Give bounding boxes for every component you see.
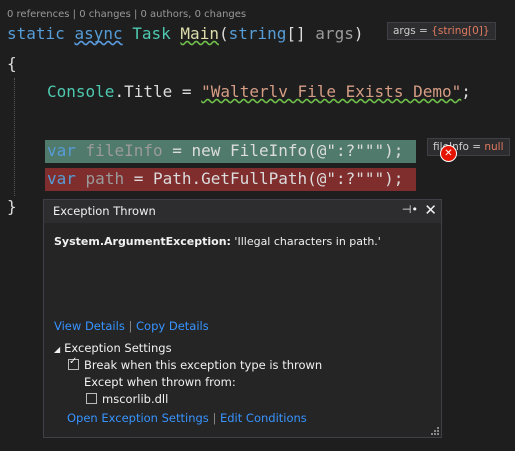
type-path: Path (152, 169, 192, 188)
string-literal: "Walterlv File Exists Demo" (201, 82, 462, 101)
link-separator: | (212, 411, 217, 425)
var-path: path (85, 169, 125, 188)
error-icon: ✕ (440, 145, 457, 162)
var-fileinfo: fileInfo (85, 141, 163, 160)
prop-title: Title (124, 82, 173, 101)
except-when-label: Except when thrown from: (84, 375, 236, 389)
keyword-static: static (7, 24, 65, 43)
array-brackets: [] (286, 24, 316, 43)
equals: = (172, 82, 202, 101)
view-details-link[interactable]: View Details (54, 319, 125, 333)
pin-icon[interactable]: ⊣• (402, 203, 418, 216)
semicolon: ; (461, 82, 471, 101)
code-line-console-title[interactable]: Console.Title = "Walterlv File Exists De… (47, 82, 471, 101)
exception-popup: Exception Thrown ⊣• ✕ System.ArgumentExc… (43, 199, 442, 438)
keyword-async: async (74, 24, 123, 43)
paren-open: ( (218, 24, 229, 43)
param-args: args (315, 24, 354, 43)
link-separator: | (128, 319, 133, 333)
mscorlib-label: mscorlib.dll (102, 392, 169, 406)
open-exception-settings-link[interactable]: Open Exception Settings (67, 411, 209, 425)
exception-popup-header: Exception Thrown ⊣• ✕ (44, 200, 441, 223)
keyword-var: var (47, 169, 76, 188)
type-console: Console (47, 82, 115, 101)
datatip-args-label: args = (393, 25, 432, 37)
edit-conditions-link[interactable]: Edit Conditions (220, 411, 307, 425)
exception-type: System.ArgumentException: (54, 235, 231, 248)
mscorlib-checkbox[interactable]: mscorlib.dll (86, 392, 168, 406)
collapse-triangle-icon: ◢ (54, 345, 61, 354)
resize-grip-icon[interactable] (429, 425, 439, 435)
datatip-args-value: {string[0]} (431, 25, 490, 37)
code-line-method-signature[interactable]: static async Task Main(string[] args) (7, 24, 363, 43)
path-rest1: = (124, 169, 153, 188)
break-when-thrown-checkbox[interactable]: Break when this exception type is thrown (68, 356, 323, 372)
path-rest2: .GetFullPath(@":?"""); (191, 169, 404, 188)
type-task: Task (132, 24, 171, 43)
type-string: string (228, 24, 287, 43)
fileinfo-rest2: (@":?"""); (307, 141, 404, 160)
close-icon[interactable]: ✕ (424, 201, 437, 219)
codelens[interactable]: 0 references | 0 changes | 0 authors, 0 … (7, 9, 246, 20)
type-fileinfo: FileInfo (230, 141, 308, 160)
checkbox-unchecked-icon (86, 393, 97, 404)
exception-settings-label: Exception Settings (64, 341, 172, 355)
datatip-fileinfo-value: null (484, 141, 504, 153)
dot: . (114, 82, 125, 101)
settings-links: Open Exception Settings | Edit Condition… (67, 411, 307, 425)
details-links: View Details | Copy Details (54, 319, 209, 333)
indent-guide (14, 78, 15, 196)
keyword-var: var (47, 141, 76, 160)
break-when-thrown-label: Break when this exception type is thrown (84, 358, 323, 372)
exception-text: 'Illegal characters in path.' (230, 235, 381, 248)
paren-close: ) (353, 24, 364, 43)
copy-details-link[interactable]: Copy Details (136, 319, 209, 333)
exception-settings-header[interactable]: ◢ Exception Settings (54, 341, 172, 355)
checkbox-checked-icon (68, 356, 79, 370)
code-line-path[interactable]: var path = Path.GetFullPath(@":?"""); (47, 169, 403, 188)
fileinfo-rest1: = new (162, 141, 231, 160)
exception-popup-title: Exception Thrown (53, 204, 156, 218)
datatip-args[interactable]: args = {string[0]} (387, 22, 496, 40)
exception-message: System.ArgumentException: 'Illegal chara… (54, 235, 381, 248)
brace-close: } (7, 197, 17, 216)
method-main: Main (180, 24, 219, 43)
code-line-fileinfo[interactable]: var fileInfo = new FileInfo(@":?"""); (47, 141, 403, 160)
brace-open: { (7, 54, 17, 73)
